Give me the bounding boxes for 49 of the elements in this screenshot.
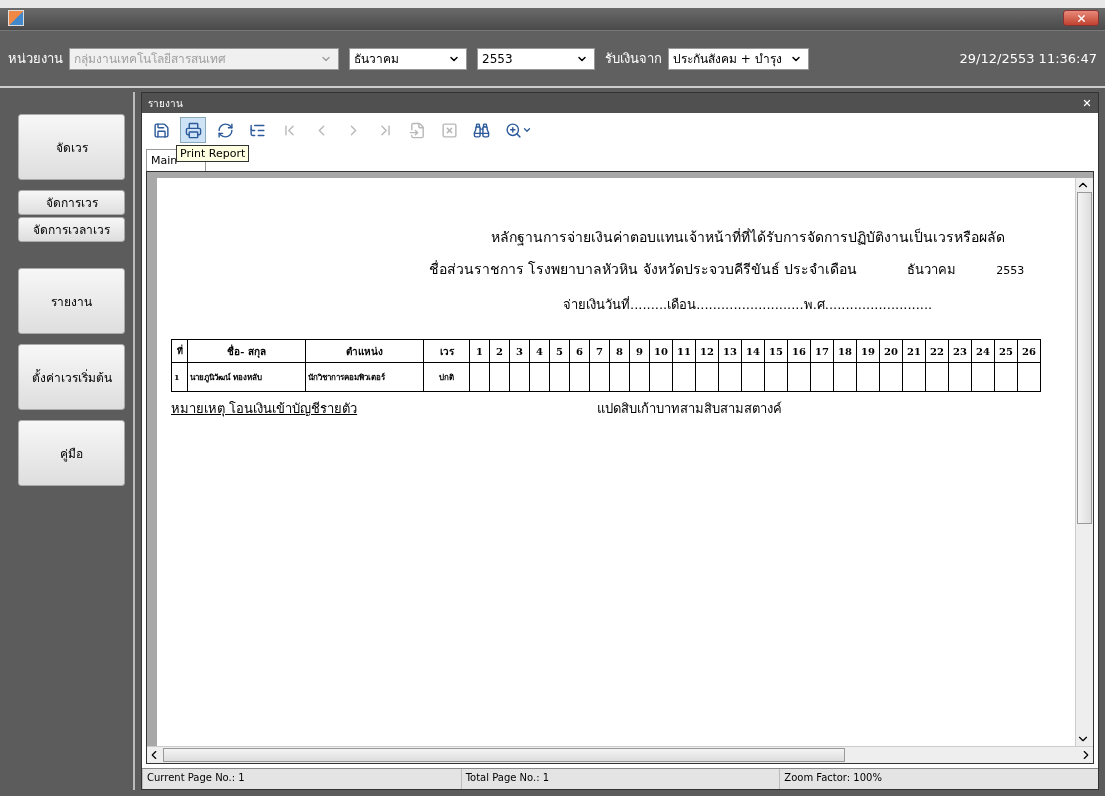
table-header: ที่ (171, 339, 188, 363)
table-header: 11 (672, 339, 696, 363)
table-header: 10 (649, 339, 673, 363)
table-header: 7 (589, 339, 610, 363)
table-header: ตำแหน่ง (305, 339, 424, 363)
status-text: Zoom Factor: 100% (779, 769, 1098, 789)
date-time: 29/12/2553 11:36:47 (959, 51, 1097, 66)
table-header: 17 (810, 339, 834, 363)
agency-text: ชื่อส่วนราชการ โรงพยาบาลหัวหิน จังหวัดประจวบคีรีขันธ์ ประจำเดือน (429, 259, 858, 279)
table-header: 25 (994, 339, 1018, 363)
table-header: 5 (549, 339, 570, 363)
pay-date-text: จ่ายเงินวันที่.........เดือน..........................พ.ศ.......................... (563, 295, 933, 314)
table-header: 24 (971, 339, 995, 363)
table-header: 2 (489, 339, 510, 363)
table-header: 12 (695, 339, 719, 363)
table-header: 22 (925, 339, 949, 363)
table-header: 6 (569, 339, 590, 363)
table-header: 16 (787, 339, 811, 363)
table-cell: นักวิชาการคอมพิวเตอร์ (305, 362, 424, 392)
report-title: หลักฐานการจ่ายเงินค่าตอบแทนเจ้าหน้าที่ที่ได้รับการจัดการปฏิบัติงานเป็นเวรหรือผลัด (491, 227, 1005, 248)
field-label: หน่วยงาน (8, 50, 63, 68)
table-cell: ปกติ (423, 362, 470, 392)
table-header: 9 (629, 339, 650, 363)
table-header: 3 (509, 339, 530, 363)
table-header: 13 (718, 339, 742, 363)
table-header: 1 (469, 339, 490, 363)
field-label: รับเงินจาก (605, 50, 662, 68)
table-header: 14 (741, 339, 765, 363)
month-text: ธันวาคม (907, 261, 957, 279)
table-header: 18 (833, 339, 857, 363)
table-header: 8 (609, 339, 630, 363)
tooltip: Print Report (176, 145, 250, 162)
table-header: 20 (879, 339, 903, 363)
table-header: 23 (948, 339, 972, 363)
note-text: หมายเหตุ โอนเงินเข้าบัญชีรายตัว (171, 400, 358, 419)
status-text: Current Page No.: 1 (142, 769, 461, 789)
status-text: Total Page No.: 1 (460, 769, 780, 789)
table-header: 19 (856, 339, 880, 363)
table-cell: นายภูนิวัฒน์ ทองหลับ (187, 362, 306, 392)
table-header: ชื่อ- สกุล (187, 339, 306, 363)
table-cell: 1 (171, 362, 188, 392)
year-text: 2553 (996, 264, 1025, 277)
table-header: 15 (764, 339, 788, 363)
panel-title: รายงาน (148, 96, 183, 111)
table-header: 21 (902, 339, 926, 363)
table-header: 4 (529, 339, 550, 363)
table-header: เวร (423, 339, 470, 363)
table-header: 26 (1017, 339, 1041, 363)
amount-text: แปดสิบเก้าบาทสามสิบสามสตางค์ (597, 400, 783, 418)
